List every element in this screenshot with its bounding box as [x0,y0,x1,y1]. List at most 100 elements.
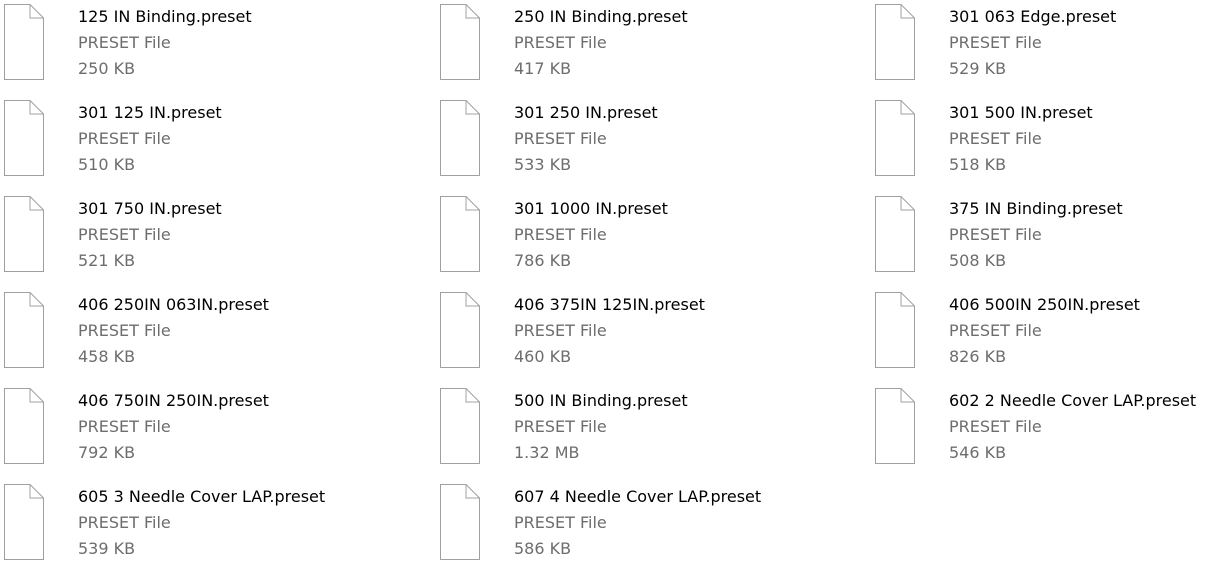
generic-file-icon [4,196,44,272]
file-meta: 406 750IN 250IN.preset PRESET File 792 K… [78,388,269,466]
file-type: PRESET File [514,33,607,52]
file-name: 301 125 IN.preset [78,103,222,122]
file-tile[interactable]: 406 500IN 250IN.preset PRESET File 826 K… [871,288,1225,378]
file-size: 546 KB [949,443,1007,462]
file-size: 250 KB [78,59,136,78]
file-meta: 125 IN Binding.preset PRESET File 250 KB [78,4,252,82]
file-name: 406 250IN 063IN.preset [78,295,269,314]
file-size: 586 KB [514,539,572,558]
generic-file-icon [875,196,915,272]
generic-file-icon [440,100,480,176]
generic-file-icon [4,484,44,560]
file-tile[interactable]: 301 500 IN.preset PRESET File 518 KB [871,96,1225,186]
file-tile[interactable]: 375 IN Binding.preset PRESET File 508 KB [871,192,1225,282]
file-type: PRESET File [949,33,1042,52]
file-type: PRESET File [78,321,171,340]
file-meta: 250 IN Binding.preset PRESET File 417 KB [514,4,688,82]
file-tile[interactable]: 250 IN Binding.preset PRESET File 417 KB [436,0,856,90]
file-type: PRESET File [949,129,1042,148]
file-tile[interactable]: 406 750IN 250IN.preset PRESET File 792 K… [0,384,420,474]
generic-file-icon [4,388,44,464]
file-name: 301 750 IN.preset [78,199,222,218]
file-name: 406 375IN 125IN.preset [514,295,705,314]
file-tile[interactable]: 301 125 IN.preset PRESET File 510 KB [0,96,420,186]
file-tile[interactable]: 406 375IN 125IN.preset PRESET File 460 K… [436,288,856,378]
file-meta: 406 250IN 063IN.preset PRESET File 458 K… [78,292,269,370]
file-tile[interactable]: 125 IN Binding.preset PRESET File 250 KB [0,0,420,90]
generic-file-icon [875,292,915,368]
file-type: PRESET File [514,417,607,436]
file-type: PRESET File [78,417,171,436]
file-name: 406 750IN 250IN.preset [78,391,269,410]
file-type: PRESET File [78,513,171,532]
file-size: 826 KB [949,347,1007,366]
file-name: 602 2 Needle Cover LAP.preset [949,391,1197,410]
file-tile[interactable]: 301 250 IN.preset PRESET File 533 KB [436,96,856,186]
file-size: 518 KB [949,155,1007,174]
file-name: 375 IN Binding.preset [949,199,1123,218]
file-type: PRESET File [514,129,607,148]
file-meta: 301 063 Edge.preset PRESET File 529 KB [949,4,1116,82]
file-size: 508 KB [949,251,1007,270]
generic-file-icon [440,4,480,80]
file-tile[interactable]: 406 250IN 063IN.preset PRESET File 458 K… [0,288,420,378]
file-meta: 301 250 IN.preset PRESET File 533 KB [514,100,658,178]
file-name: 605 3 Needle Cover LAP.preset [78,487,326,506]
file-type: PRESET File [78,225,171,244]
generic-file-icon [4,100,44,176]
file-type: PRESET File [949,417,1042,436]
file-tile[interactable]: 301 063 Edge.preset PRESET File 529 KB [871,0,1225,90]
file-size: 460 KB [514,347,572,366]
file-type: PRESET File [78,33,171,52]
file-meta: 375 IN Binding.preset PRESET File 508 KB [949,196,1123,274]
file-type: PRESET File [514,225,607,244]
file-name: 406 500IN 250IN.preset [949,295,1140,314]
generic-file-icon [440,484,480,560]
file-size: 1.32 MB [514,443,580,462]
file-tile[interactable]: 605 3 Needle Cover LAP.preset PRESET Fil… [0,480,420,562]
file-tile[interactable]: 602 2 Needle Cover LAP.preset PRESET Fil… [871,384,1225,474]
file-meta: 406 500IN 250IN.preset PRESET File 826 K… [949,292,1140,370]
file-name: 607 4 Needle Cover LAP.preset [514,487,762,506]
file-size: 792 KB [78,443,136,462]
file-name: 301 500 IN.preset [949,103,1093,122]
generic-file-icon [875,388,915,464]
file-type: PRESET File [949,321,1042,340]
file-size: 417 KB [514,59,572,78]
file-type: PRESET File [514,513,607,532]
file-tile[interactable]: 607 4 Needle Cover LAP.preset PRESET Fil… [436,480,856,562]
file-tile[interactable]: 301 1000 IN.preset PRESET File 786 KB [436,192,856,282]
file-size: 510 KB [78,155,136,174]
file-size: 533 KB [514,155,572,174]
generic-file-icon [440,292,480,368]
file-meta: 500 IN Binding.preset PRESET File 1.32 M… [514,388,688,466]
file-name: 250 IN Binding.preset [514,7,688,26]
generic-file-icon [875,4,915,80]
file-name: 301 063 Edge.preset [949,7,1117,26]
file-meta: 605 3 Needle Cover LAP.preset PRESET Fil… [78,484,325,562]
generic-file-icon [4,4,44,80]
generic-file-icon [440,196,480,272]
file-meta: 406 375IN 125IN.preset PRESET File 460 K… [514,292,705,370]
generic-file-icon [4,292,44,368]
file-name: 500 IN Binding.preset [514,391,688,410]
generic-file-icon [875,100,915,176]
file-name: 301 1000 IN.preset [514,199,668,218]
file-meta: 301 500 IN.preset PRESET File 518 KB [949,100,1093,178]
file-tile[interactable]: 500 IN Binding.preset PRESET File 1.32 M… [436,384,856,474]
file-grid: 125 IN Binding.preset PRESET File 250 KB… [0,0,1225,562]
file-tile[interactable]: 301 750 IN.preset PRESET File 521 KB [0,192,420,282]
file-type: PRESET File [78,129,171,148]
file-size: 539 KB [78,539,136,558]
file-meta: 607 4 Needle Cover LAP.preset PRESET Fil… [514,484,761,562]
file-type: PRESET File [949,225,1042,244]
file-meta: 602 2 Needle Cover LAP.preset PRESET Fil… [949,388,1196,466]
file-meta: 301 125 IN.preset PRESET File 510 KB [78,100,222,178]
file-meta: 301 750 IN.preset PRESET File 521 KB [78,196,222,274]
file-type: PRESET File [514,321,607,340]
file-meta: 301 1000 IN.preset PRESET File 786 KB [514,196,668,274]
file-size: 521 KB [78,251,136,270]
file-size: 529 KB [949,59,1007,78]
file-size: 786 KB [514,251,572,270]
file-size: 458 KB [78,347,136,366]
